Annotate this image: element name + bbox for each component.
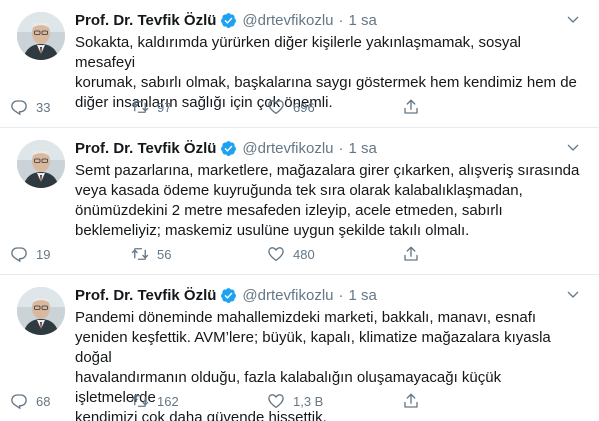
retweet-count: 97 xyxy=(157,99,172,115)
verified-badge-icon xyxy=(221,12,237,28)
like-count: 696 xyxy=(293,99,315,115)
author-name[interactable]: Prof. Dr. Tevfik Özlü xyxy=(75,12,216,29)
share-icon xyxy=(404,99,418,114)
like-count: 1,3 B xyxy=(293,393,324,409)
retweet-icon xyxy=(131,248,149,260)
share-button[interactable] xyxy=(402,98,420,116)
tweet-actions: 33 97 696 xyxy=(10,97,430,117)
avatar[interactable] xyxy=(17,12,65,60)
verified-badge-icon xyxy=(221,140,237,156)
author-handle[interactable]: @drtevfikozlu xyxy=(242,12,333,29)
heart-icon xyxy=(268,247,284,262)
separator-dot: · xyxy=(338,11,344,29)
tweet[interactable]: Prof. Dr. Tevfik Özlü @drtevfikozlu · 1 … xyxy=(0,275,599,421)
reply-button[interactable]: 68 xyxy=(10,392,50,410)
reply-count: 19 xyxy=(36,246,51,262)
author-handle[interactable]: @drtevfikozlu xyxy=(242,140,333,157)
share-icon xyxy=(404,393,418,408)
timestamp[interactable]: 1 sa xyxy=(349,140,377,157)
chevron-down-icon[interactable] xyxy=(565,140,581,156)
like-button[interactable]: 480 xyxy=(267,245,315,263)
heart-icon xyxy=(268,100,284,115)
retweet-icon xyxy=(131,395,149,407)
author-name[interactable]: Prof. Dr. Tevfik Özlü xyxy=(75,140,216,157)
share-button[interactable] xyxy=(402,392,420,410)
reply-icon xyxy=(11,100,27,116)
tweet[interactable]: Prof. Dr. Tevfik Özlü @drtevfikozlu · 1 … xyxy=(0,0,599,128)
tweet-actions: 68 162 1,3 B xyxy=(10,391,430,411)
tweet-text: Semt pazarlarına, marketlere, mağazalara… xyxy=(75,162,580,239)
chevron-down-icon[interactable] xyxy=(565,287,581,303)
retweet-button[interactable]: 162 xyxy=(131,392,179,410)
timestamp[interactable]: 1 sa xyxy=(349,12,377,29)
like-button[interactable]: 696 xyxy=(267,98,315,116)
retweet-count: 56 xyxy=(157,246,172,262)
avatar[interactable] xyxy=(17,140,65,188)
tweet-actions: 19 56 480 xyxy=(10,244,430,264)
like-button[interactable]: 1,3 B xyxy=(267,392,323,410)
verified-badge-icon xyxy=(221,287,237,303)
chevron-down-icon[interactable] xyxy=(565,12,581,28)
tweet-timeline: Prof. Dr. Tevfik Özlü @drtevfikozlu · 1 … xyxy=(0,0,599,421)
tweet-header: Prof. Dr. Tevfik Özlü @drtevfikozlu · 1 … xyxy=(75,285,581,305)
like-count: 480 xyxy=(293,246,315,262)
heart-icon xyxy=(268,394,284,409)
reply-icon xyxy=(11,247,27,263)
retweet-button[interactable]: 97 xyxy=(131,98,171,116)
reply-count: 33 xyxy=(36,99,51,115)
retweet-icon xyxy=(131,101,149,113)
share-button[interactable] xyxy=(402,245,420,263)
tweet-content: Prof. Dr. Tevfik Özlü @drtevfikozlu · 1 … xyxy=(75,138,581,241)
tweet[interactable]: Prof. Dr. Tevfik Özlü @drtevfikozlu · 1 … xyxy=(0,128,599,275)
retweet-button[interactable]: 56 xyxy=(131,245,171,263)
reply-button[interactable]: 19 xyxy=(10,245,50,263)
separator-dot: · xyxy=(338,286,344,304)
author-handle[interactable]: @drtevfikozlu xyxy=(242,287,333,304)
author-name[interactable]: Prof. Dr. Tevfik Özlü xyxy=(75,287,216,304)
reply-button[interactable]: 33 xyxy=(10,98,50,116)
tweet-header: Prof. Dr. Tevfik Özlü @drtevfikozlu · 1 … xyxy=(75,138,581,158)
timestamp[interactable]: 1 sa xyxy=(349,287,377,304)
retweet-count: 162 xyxy=(157,393,179,409)
avatar[interactable] xyxy=(17,287,65,335)
reply-icon xyxy=(11,394,27,410)
separator-dot: · xyxy=(338,139,344,157)
tweet-header: Prof. Dr. Tevfik Özlü @drtevfikozlu · 1 … xyxy=(75,10,581,30)
reply-count: 68 xyxy=(36,393,51,409)
share-icon xyxy=(404,246,418,261)
